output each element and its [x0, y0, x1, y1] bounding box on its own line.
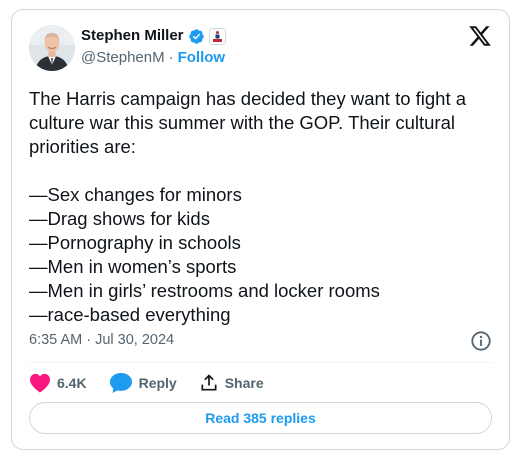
list-item: —Pornography in schools: [29, 232, 241, 253]
avatar-image: [29, 25, 75, 71]
author-info: Stephen Miller @StephenM · Follow: [81, 27, 226, 67]
heart-icon: [29, 373, 51, 393]
separator-dot: ·: [168, 49, 174, 66]
handle-row: @StephenM · Follow: [81, 49, 226, 67]
action-bar: 6.4K Reply Share: [29, 370, 286, 396]
list-item: —Drag shows for kids: [29, 208, 210, 229]
tweet-card: Stephen Miller @StephenM · Follow The Ha…: [11, 9, 510, 450]
list-item: —Sex changes for minors: [29, 184, 242, 205]
like-count: 6.4K: [57, 375, 87, 391]
info-icon[interactable]: [470, 330, 492, 357]
author-name[interactable]: Stephen Miller: [81, 27, 184, 45]
divider: [29, 362, 492, 363]
like-button[interactable]: 6.4K: [29, 373, 87, 393]
read-replies-button[interactable]: Read 385 replies: [29, 402, 492, 434]
share-label: Share: [224, 375, 264, 391]
share-upload-icon: [199, 373, 219, 393]
reply-label: Reply: [138, 375, 177, 391]
tweet-paragraph: The Harris campaign has decided they wan…: [29, 88, 467, 157]
follow-button[interactable]: Follow: [178, 49, 226, 67]
tweet-text: The Harris campaign has decided they wan…: [29, 87, 499, 327]
list-item: —race-based everything: [29, 304, 231, 325]
avatar[interactable]: [29, 25, 75, 71]
x-logo-icon[interactable]: [468, 24, 492, 53]
affiliation-badge-icon[interactable]: [208, 27, 226, 45]
verified-badge-icon[interactable]: [188, 28, 205, 45]
tweet-timestamp[interactable]: 6:35 AM · Jul 30, 2024: [29, 332, 174, 348]
list-item: —Men in girls’ restrooms and locker room…: [29, 280, 380, 301]
share-button[interactable]: Share: [199, 373, 264, 393]
author-name-row: Stephen Miller: [81, 27, 226, 45]
speech-bubble-icon: [109, 372, 133, 394]
reply-button[interactable]: Reply: [109, 372, 177, 394]
author-handle[interactable]: @StephenM: [81, 49, 165, 67]
list-item: —Men in women’s sports: [29, 256, 237, 277]
